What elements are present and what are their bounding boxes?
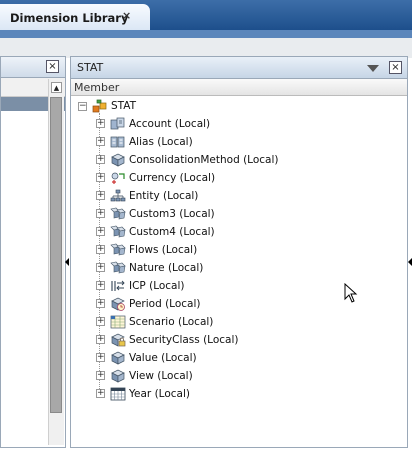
tab-strip: Dimension Library × <box>0 0 412 30</box>
tree-item-label: Account (Local) <box>129 118 211 130</box>
tree-item[interactable]: + Year (Local) <box>71 385 407 403</box>
expand-icon[interactable]: + <box>96 263 105 272</box>
scenario-icon <box>110 315 126 329</box>
expand-icon[interactable]: + <box>96 155 105 164</box>
member-column-label: Member <box>74 81 120 94</box>
tab-dimension-library[interactable]: Dimension Library × <box>0 4 150 30</box>
splitter-left-arrow-icon[interactable] <box>65 258 69 266</box>
security-class-icon <box>111 333 126 347</box>
tree-item-label: Period (Local) <box>129 298 201 310</box>
tree-item-label: Custom4 (Local) <box>129 226 215 238</box>
splitter-right-arrow-icon[interactable] <box>408 258 412 266</box>
custom-dimension-icon <box>110 243 126 256</box>
tree-item[interactable]: + Nature (Local) <box>71 259 407 277</box>
left-panel: × ▲ <box>0 56 66 448</box>
tree-item-label: SecurityClass (Local) <box>129 334 239 346</box>
expand-icon[interactable]: + <box>96 227 105 236</box>
tab-underline-bar <box>0 30 412 38</box>
scroll-up-icon[interactable]: ▲ <box>51 82 62 93</box>
tree-item-label: ICP (Local) <box>129 280 185 292</box>
tree-item-label: Scenario (Local) <box>129 316 214 328</box>
stat-panel: STAT × Member − STAT + Account (Local) + Al… <box>70 56 408 448</box>
generic-dimension-icon <box>111 153 125 167</box>
close-tab-icon[interactable]: × <box>122 9 131 22</box>
expand-icon[interactable]: + <box>96 173 105 182</box>
left-panel-close-icon[interactable]: × <box>46 60 59 73</box>
tree-item-label: Alias (Local) <box>129 136 193 148</box>
generic-dimension-icon <box>111 369 125 383</box>
tree-item-label: Flows (Local) <box>129 244 198 256</box>
tree-item[interactable]: + Scenario (Local) <box>71 313 407 331</box>
tree-item[interactable]: + Account (Local) <box>71 115 407 133</box>
custom-dimension-icon <box>110 207 126 220</box>
tree-item-label: Year (Local) <box>129 388 190 400</box>
left-panel-scrollbar[interactable]: ▲ <box>48 79 64 445</box>
expand-icon[interactable]: + <box>96 137 105 146</box>
panel-title: STAT <box>77 61 104 74</box>
tree-children: + Account (Local) + Alias (Local) + Consolida… <box>71 115 407 403</box>
expand-icon[interactable]: + <box>96 299 105 308</box>
tree-item[interactable]: + ConsolidationMethod (Local) <box>71 151 407 169</box>
generic-dimension-icon <box>111 351 125 365</box>
tree-root-row[interactable]: − STAT <box>71 97 407 115</box>
expand-icon[interactable]: + <box>96 371 105 380</box>
custom-dimension-icon <box>110 261 126 274</box>
tree-item-label: Currency (Local) <box>129 172 216 184</box>
mouse-pointer-icon <box>344 283 358 303</box>
tab-title: Dimension Library <box>10 11 129 25</box>
expand-icon[interactable]: + <box>96 245 105 254</box>
period-icon <box>111 297 125 311</box>
stat-panel-header: STAT × <box>71 57 407 79</box>
member-column-header[interactable]: Member <box>71 79 407 96</box>
tree-item-label: Custom3 (Local) <box>129 208 215 220</box>
tree-item-label: Nature (Local) <box>129 262 204 274</box>
expand-icon[interactable]: + <box>96 209 105 218</box>
panel-close-icon[interactable]: × <box>389 61 402 74</box>
left-panel-header: × <box>1 57 65 78</box>
panel-menu-chevron-down-icon[interactable] <box>367 65 379 72</box>
tree-item[interactable]: + Entity (Local) <box>71 187 407 205</box>
tree-item[interactable]: + Flows (Local) <box>71 241 407 259</box>
scroll-thumb[interactable] <box>50 97 62 413</box>
tree-item-label: Entity (Local) <box>129 190 199 202</box>
tree-item[interactable]: + Currency (Local) <box>71 169 407 187</box>
currency-icon <box>111 172 125 184</box>
tree-item-label: Value (Local) <box>129 352 197 364</box>
expand-icon[interactable]: + <box>96 389 105 398</box>
tree-item[interactable]: + Value (Local) <box>71 349 407 367</box>
alias-icon <box>110 136 125 148</box>
tree-item[interactable]: + Custom3 (Local) <box>71 205 407 223</box>
expand-icon[interactable]: + <box>96 191 105 200</box>
tree-item[interactable]: + Custom4 (Local) <box>71 223 407 241</box>
expand-icon[interactable]: + <box>96 353 105 362</box>
account-icon <box>110 117 125 130</box>
application-icon <box>92 99 107 113</box>
year-icon <box>110 387 126 401</box>
custom-dimension-icon <box>110 225 126 238</box>
expand-icon[interactable]: + <box>96 281 105 290</box>
tree-item[interactable]: + View (Local) <box>71 367 407 385</box>
collapse-root-icon[interactable]: − <box>78 102 87 111</box>
entity-icon <box>110 189 126 202</box>
toolbar-area <box>0 38 412 58</box>
tree-item[interactable]: + SecurityClass (Local) <box>71 331 407 349</box>
tree-item-label: ConsolidationMethod (Local) <box>129 154 279 166</box>
root-label: STAT <box>111 100 137 112</box>
expand-icon[interactable]: + <box>96 317 105 326</box>
tree-item[interactable]: + Alias (Local) <box>71 133 407 151</box>
expand-icon[interactable]: + <box>96 119 105 128</box>
tree-item-label: View (Local) <box>129 370 193 382</box>
icp-icon <box>111 280 125 291</box>
expand-icon[interactable]: + <box>96 335 105 344</box>
